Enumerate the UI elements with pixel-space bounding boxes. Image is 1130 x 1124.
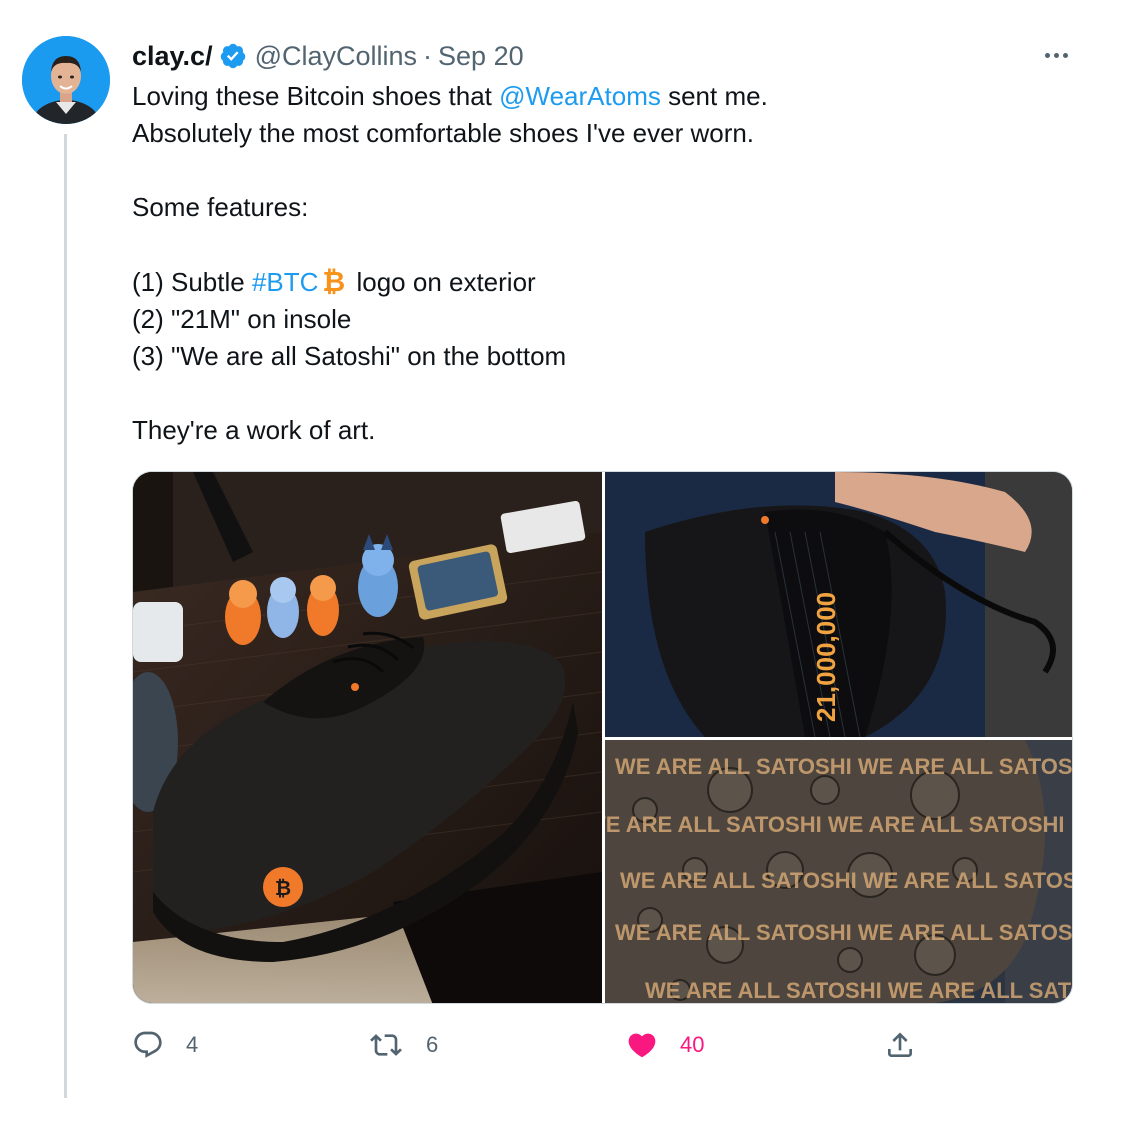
tweet-header: clay.c/ @ClayCollins · Sep 20 bbox=[132, 38, 524, 74]
timestamp[interactable]: Sep 20 bbox=[438, 41, 524, 72]
sole-print-row2: WE ARE ALL SATOSHI WE ARE ALL SATOSHI bbox=[605, 812, 1065, 837]
verified-badge-icon bbox=[219, 42, 247, 70]
separator-dot: · bbox=[423, 40, 433, 71]
avatar[interactable] bbox=[22, 36, 110, 124]
avatar-portrait bbox=[22, 36, 110, 124]
share-icon bbox=[888, 1032, 912, 1057]
tweet-text: Loving these Bitcoin shoes that @WearAto… bbox=[132, 78, 1032, 449]
sole-print-row4: WE ARE ALL SATOSHI WE ARE ALL SATOSHI bbox=[615, 920, 1073, 945]
heart-icon bbox=[628, 1033, 656, 1058]
hashtag-link[interactable]: #BTC bbox=[252, 267, 318, 297]
feature2: (2) "21M" on insole bbox=[132, 304, 352, 334]
photo-insole[interactable]: 21,000,000 bbox=[605, 472, 1072, 737]
media-grid: ₿ 21,000,000 WE ARE ALL SATOSHI WE ARE A… bbox=[132, 471, 1073, 1004]
reply-button[interactable]: 4 bbox=[132, 1020, 198, 1070]
display-name[interactable]: clay.c/ bbox=[132, 41, 213, 72]
reply-icon bbox=[134, 1031, 162, 1058]
text-line1-post: sent me. bbox=[660, 81, 768, 111]
photo-shoe-side[interactable]: ₿ bbox=[133, 472, 602, 1003]
like-count: 40 bbox=[680, 1032, 705, 1057]
text-line2: Absolutely the most comfortable shoes I'… bbox=[132, 118, 755, 148]
share-button[interactable] bbox=[884, 1020, 938, 1070]
shoe-bitcoin-logo: ₿ bbox=[275, 876, 291, 900]
feature1-post: logo on exterior bbox=[349, 267, 536, 297]
feature1-pre: (1) Subtle bbox=[132, 267, 252, 297]
text-line1-pre: Loving these Bitcoin shoes that bbox=[132, 81, 500, 111]
retweet-icon bbox=[370, 1034, 402, 1056]
handle[interactable]: @ClayCollins bbox=[255, 41, 417, 72]
sole-print-row5: WE ARE ALL SATOSHI WE ARE ALL SATOSHI bbox=[645, 978, 1073, 1003]
photo-sole[interactable]: WE ARE ALL SATOSHI WE ARE ALL SATOSHI WE… bbox=[605, 740, 1073, 1003]
mention-link[interactable]: @WearAtoms bbox=[499, 81, 661, 111]
like-button[interactable]: 40 bbox=[626, 1020, 704, 1070]
insole-print: 21,000,000 bbox=[811, 592, 841, 722]
features-heading: Some features: bbox=[132, 192, 309, 222]
avatar-column bbox=[22, 36, 110, 124]
bitcoin-emoji-icon: ₿ bbox=[322, 266, 346, 297]
thread-line bbox=[64, 134, 67, 1098]
closing-line: They're a work of art. bbox=[132, 415, 376, 445]
more-icon[interactable] bbox=[1036, 40, 1076, 70]
retweet-count: 6 bbox=[426, 1032, 439, 1057]
sole-print-row3: WE ARE ALL SATOSHI WE ARE ALL SATOSHI bbox=[620, 868, 1073, 893]
tweet[interactable]: clay.c/ @ClayCollins · Sep 20 Loving the… bbox=[0, 0, 1130, 1124]
feature3: (3) "We are all Satoshi" on the bottom bbox=[132, 341, 567, 371]
sole-print-row1: WE ARE ALL SATOSHI WE ARE ALL SATOSHI bbox=[615, 754, 1073, 779]
retweet-button[interactable]: 6 bbox=[368, 1020, 438, 1070]
tweet-actions: 4 6 40 bbox=[132, 1020, 932, 1070]
reply-count: 4 bbox=[186, 1032, 199, 1057]
